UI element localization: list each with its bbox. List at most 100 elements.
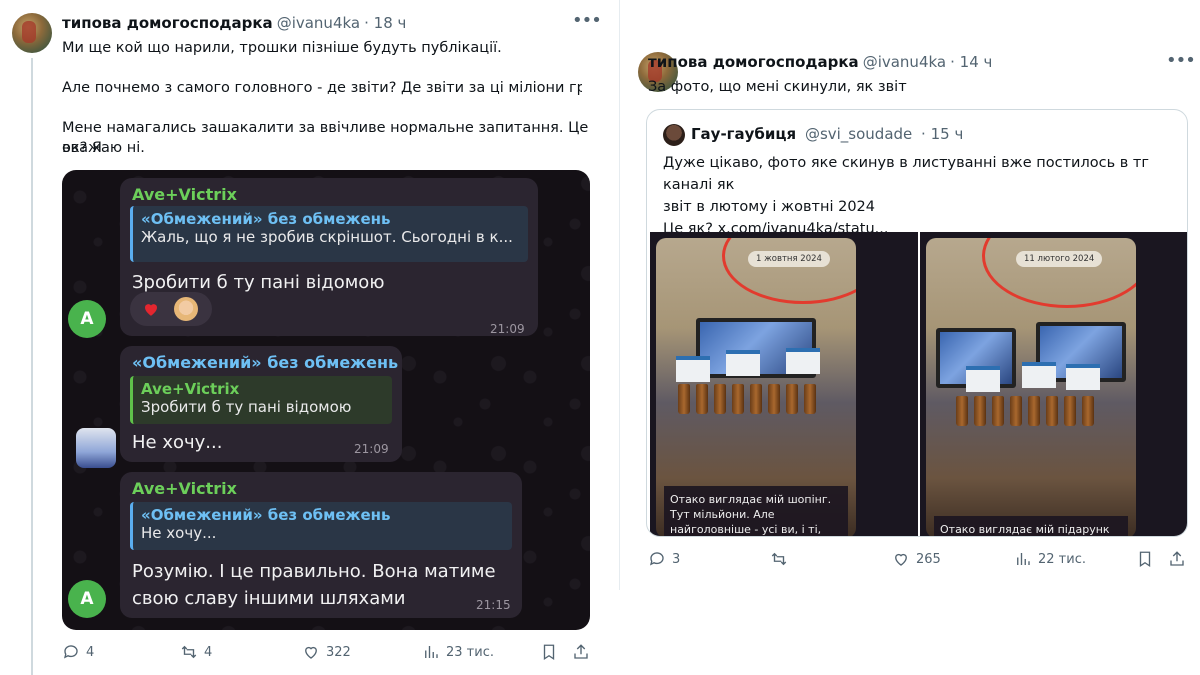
telegram-screenshot[interactable]: Ave+Victrix «Обмежений» без обмежень Жал… <box>62 170 590 630</box>
like-count: 322 <box>326 644 351 660</box>
heart-icon <box>895 553 907 566</box>
sender-avatar: A <box>68 300 106 338</box>
author-name[interactable]: типова домогосподарка <box>648 53 859 71</box>
quoted-tweet-card[interactable]: Гау-гаубиця @svi_soudade · 15 ч Дуже цік… <box>646 109 1188 537</box>
chat-message: Ave+Victrix «Обмежений» без обмежень Жал… <box>120 178 538 336</box>
message-time: 21:09 <box>490 322 525 336</box>
bottle-graphic <box>956 396 968 426</box>
quote-author: «Обмежений» без обмежень <box>141 506 391 524</box>
bookmark-button[interactable] <box>1136 550 1154 568</box>
message-time: 21:09 <box>354 442 389 456</box>
bottle-graphic <box>974 396 986 426</box>
reply-icon <box>63 645 78 659</box>
chat-message: Ave+Victrix «Обмежений» без обмежень Не … <box>120 472 522 618</box>
box-graphic <box>726 350 760 376</box>
message-sender: «Обмежений» без обмежень <box>132 353 399 372</box>
author-handle[interactable]: @ivanu4ka <box>277 14 360 32</box>
photo-caption: Отако виглядає мій підарунк <box>934 516 1128 536</box>
bottle-graphic <box>992 396 1004 426</box>
author-handle[interactable]: @ivanu4ka <box>863 53 946 71</box>
sender-avatar: A <box>68 580 106 618</box>
tweet-text: За фото, що мені скинули, як звіт <box>648 79 907 95</box>
left-tweet: типова домогосподарка @ivanu4ka · 18 ч •… <box>0 0 605 675</box>
sender-avatar <box>76 428 116 468</box>
message-time: 21:15 <box>476 598 511 612</box>
quoted-tweet-header: Гау-гаубиця @svi_soudade · 15 ч <box>691 125 963 143</box>
quote-text: Не хочу... <box>141 524 217 542</box>
quoted-text-line-1: Дуже цікаво, фото яке скинув в листуванн… <box>663 155 1149 193</box>
tweet-header: типова домогосподарка @ivanu4ka · 18 ч <box>62 14 406 32</box>
box-graphic <box>966 366 1000 392</box>
reply-icon <box>649 552 664 566</box>
quote-text: Жаль, що я не зробив скріншот. Сьогодні … <box>141 228 513 246</box>
bookmark-icon <box>543 644 555 661</box>
like-button[interactable]: 265 <box>892 550 941 568</box>
repost-icon <box>181 645 197 659</box>
reply-quote: Ave+Victrix Зробити б ту пані відомою <box>130 376 392 424</box>
author-avatar[interactable] <box>12 13 52 53</box>
views-icon <box>425 646 438 658</box>
more-options-icon[interactable]: ••• <box>1166 50 1196 71</box>
message-text: Не хочу... <box>132 432 223 453</box>
photo-frame: 1 жовтня 2024 Отако виглядає мій шопінг.… <box>656 238 856 536</box>
views-button[interactable]: 23 тис. <box>422 643 494 661</box>
message-text-line-1: Розумію. І це правильно. Вона матиме <box>132 561 496 582</box>
message-reactions <box>130 292 212 326</box>
message-text-line-2: свою славу іншими шляхами <box>132 588 406 609</box>
bottle-graphic <box>804 384 816 414</box>
box-graphic <box>786 348 820 374</box>
bottle-graphic <box>1082 396 1094 426</box>
tweet-time[interactable]: · 18 ч <box>364 14 406 32</box>
quote-author: «Обмежений» без обмежень <box>141 210 391 228</box>
tweet-text-line-1: Ми ще кой що нарили, трошки пізніше буду… <box>62 40 502 56</box>
bottle-graphic <box>678 384 690 414</box>
views-count: 23 тис. <box>446 644 494 660</box>
more-options-icon[interactable]: ••• <box>572 10 602 31</box>
photo-caption: Отако виглядає мій шопінг. Тут мільйони.… <box>664 486 848 536</box>
like-count: 265 <box>916 551 941 567</box>
reply-count: 4 <box>86 644 95 660</box>
tweet-text-line-2: Але почнемо з самого головного - де звіт… <box>62 80 582 96</box>
photo-frame: 11 лютого 2024 Отако виглядає мій підару… <box>926 238 1136 536</box>
message-sender: Ave+Victrix <box>132 479 237 498</box>
views-icon <box>1017 553 1030 565</box>
views-button[interactable]: 22 тис. <box>1014 550 1086 568</box>
tweet-header: типова домогосподарка @ivanu4ka · 14 ч <box>648 53 992 71</box>
bottle-graphic <box>1010 396 1022 426</box>
bottle-graphic <box>750 384 762 414</box>
quoted-photo-2[interactable]: 11 лютого 2024 Отако виглядає мій підару… <box>920 232 1187 536</box>
thread-line <box>31 58 33 675</box>
repost-icon <box>771 552 787 566</box>
box-graphic <box>1022 362 1056 388</box>
repost-button[interactable] <box>770 550 794 568</box>
box-graphic <box>676 356 710 382</box>
share-icon <box>1170 551 1184 566</box>
chat-message: «Обмежений» без обмежень Ave+Victrix Зро… <box>120 346 402 462</box>
tweet-time[interactable]: · 14 ч <box>950 53 992 71</box>
reply-button[interactable]: 3 <box>648 550 680 568</box>
tweet-actions: 3 265 22 тис. <box>648 549 1188 569</box>
bottle-graphic <box>732 384 744 414</box>
reactor-avatar <box>174 297 198 321</box>
heart-icon <box>305 646 317 659</box>
quote-author: Ave+Victrix <box>141 380 240 398</box>
quoted-author-avatar <box>663 124 685 146</box>
quoted-photo-1[interactable]: 1 жовтня 2024 Отако виглядає мій шопінг.… <box>650 232 918 536</box>
share-button[interactable] <box>1168 550 1186 568</box>
reply-quote: «Обмежений» без обмежень Не хочу... <box>130 502 512 550</box>
share-button[interactable] <box>572 643 590 661</box>
quoted-tweet-text: Дуже цікаво, фото яке скинув в листуванн… <box>663 152 1183 240</box>
quoted-tweet-time: · 15 ч <box>921 125 964 143</box>
like-button[interactable]: 322 <box>302 643 351 661</box>
tweet-actions: 4 4 322 23 тис. <box>62 642 590 662</box>
box-graphic <box>1066 364 1100 390</box>
message-sender: Ave+Victrix <box>132 185 237 204</box>
tweet-text-line-4: вважаю ні. <box>62 140 145 156</box>
reply-quote: «Обмежений» без обмежень Жаль, що я не з… <box>130 206 528 262</box>
author-name[interactable]: типова домогосподарка <box>62 14 273 32</box>
repost-button[interactable]: 4 <box>180 643 212 661</box>
bottle-graphic <box>696 384 708 414</box>
reply-button[interactable]: 4 <box>62 643 94 661</box>
bottle-graphic <box>786 384 798 414</box>
bookmark-button[interactable] <box>540 643 558 661</box>
